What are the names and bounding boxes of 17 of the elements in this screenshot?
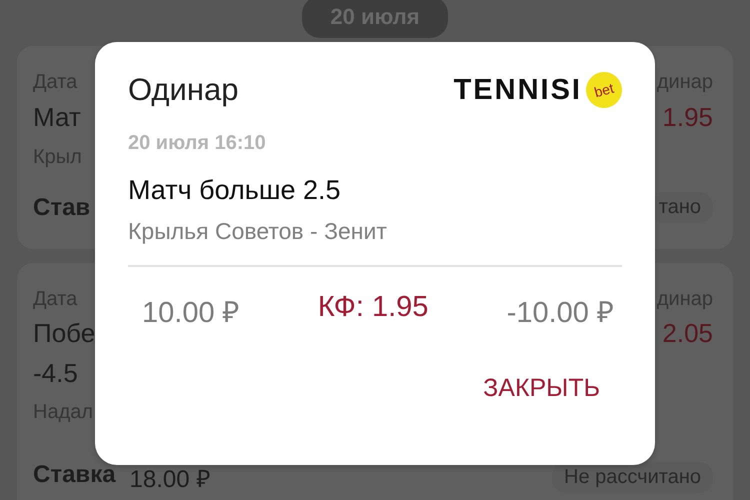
close-button[interactable]: ЗАКРЫТЬ (475, 368, 622, 409)
bet-title: Мат (33, 101, 81, 134)
bet-name: Матч больше 2.5 (128, 175, 342, 206)
bet-title: Побе (33, 317, 96, 350)
bet-title: -4.5 (33, 357, 78, 390)
event-name: Крылья Советов - Зенит (128, 218, 388, 245)
brand-logo-text: TENNISI (454, 74, 582, 106)
dialog-title: Одинар (128, 72, 238, 108)
odds-value: КФ: 1.95 (318, 291, 428, 325)
stake-amount: 18.00 ₽ (130, 465, 210, 494)
stake-label: Ставка (33, 461, 116, 490)
stake-label: Став (33, 194, 90, 222)
stake-amount: 10.00 ₽ (142, 296, 240, 330)
result-amount: -10.00 ₽ (506, 296, 614, 330)
odds-value: 1.95 (662, 102, 713, 133)
odds-value: 2.05 (662, 318, 713, 349)
bet-datetime: 20 июля 16:10 (128, 132, 267, 155)
